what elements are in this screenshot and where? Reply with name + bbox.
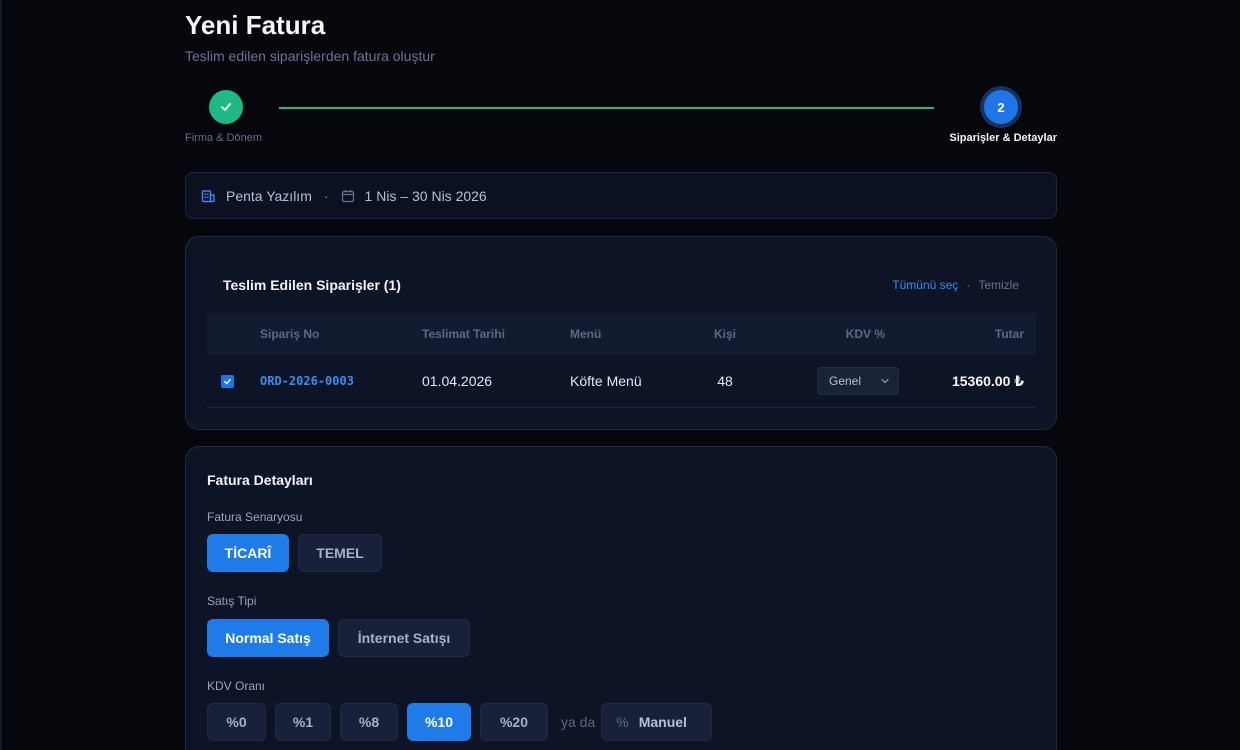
select-all-link[interactable]: Tümünü seç — [892, 278, 958, 292]
sale-type-internet-button[interactable]: İnternet Satışı — [338, 619, 470, 657]
orders-table: Sipariş No Teslimat Tarihi Menü Kişi KDV… — [207, 313, 1036, 408]
separator: · — [966, 278, 971, 292]
vat-select[interactable]: Genel — [817, 367, 899, 395]
order-amount: 15360.00 ₺ — [951, 372, 1024, 389]
row-checkbox[interactable] — [221, 374, 234, 388]
calendar-icon — [341, 189, 355, 203]
scenario-label: Fatura Senaryosu — [207, 510, 303, 524]
vat-cell: Genel — [750, 367, 899, 395]
or-text: ya da — [561, 714, 596, 730]
step-1-done[interactable] — [209, 90, 243, 124]
vat-rate-options: %0 %1 %8 %10 %20 ya da % Manuel — [207, 703, 713, 741]
window-edge — [0, 0, 2, 750]
vat-rate-label: KDV Oranı — [207, 679, 266, 693]
vat-8-button[interactable]: %8 — [340, 703, 398, 741]
clear-link[interactable]: Temizle — [978, 278, 1019, 292]
scenario-temel-button[interactable]: TEMEL — [298, 534, 382, 572]
column-header: Kişi — [713, 327, 736, 341]
selection-summary-bar: Penta Yazılım · 1 Nis – 30 Nis 2026 — [185, 172, 1057, 219]
column-header: Sipariş No — [260, 327, 320, 341]
column-header: Menü — [570, 327, 602, 341]
stepper: 2 Firma & Dönem Siparişler & Detaylar — [185, 90, 1057, 150]
column-header: Tutar — [994, 327, 1024, 341]
delivered-orders-card: Teslim Edilen Siparişler (1) Tümünü seç … — [185, 236, 1057, 430]
vat-0-button[interactable]: %0 — [207, 703, 266, 741]
orders-title: Teslim Edilen Siparişler (1) — [223, 277, 401, 293]
step-2-label: Siparişler & Detaylar — [949, 132, 1057, 144]
vat-20-button[interactable]: %20 — [480, 703, 548, 741]
vat-10-button[interactable]: %10 — [407, 703, 471, 741]
check-icon — [221, 103, 231, 111]
invoice-details-card: Fatura Detayları Fatura Senaryosu TİCARÎ… — [185, 446, 1057, 750]
step-connector — [279, 107, 934, 109]
order-number-link[interactable]: ORD-2026-0003 — [260, 374, 422, 388]
chevron-down-icon — [881, 378, 889, 384]
period-range: 1 Nis – 30 Nis 2026 — [364, 187, 487, 204]
table-header: Sipariş No Teslimat Tarihi Menü Kişi KDV… — [207, 313, 1036, 355]
sale-type-label: Satış Tipi — [207, 594, 257, 608]
menu-name: Köfte Menü — [570, 373, 642, 389]
manual-vat-input[interactable]: % Manuel — [601, 703, 713, 741]
sale-type-normal-button[interactable]: Normal Satış — [207, 619, 329, 657]
manual-vat-placeholder: Manuel — [638, 714, 687, 730]
column-header: Teslimat Tarihi — [422, 327, 505, 341]
vat-select-value: Genel — [829, 374, 862, 388]
people-count: 48 — [717, 373, 733, 389]
details-title: Fatura Detayları — [207, 472, 313, 488]
percent-symbol: % — [616, 714, 629, 730]
step-2-active[interactable]: 2 — [984, 90, 1018, 124]
column-header: KDV % — [845, 327, 885, 341]
step-1-label: Firma & Dönem — [185, 132, 263, 144]
scenario-options: TİCARÎ TEMEL — [207, 534, 391, 572]
check-icon — [224, 378, 231, 384]
company-name: Penta Yazılım — [226, 187, 312, 204]
orders-actions: Tümünü seç · Temizle — [892, 278, 1019, 292]
delivery-date: 01.04.2026 — [422, 373, 493, 389]
page-subtitle: Teslim edilen siparişlerden fatura oluşt… — [185, 48, 435, 64]
row-checkbox-cell — [207, 374, 260, 388]
separator: · — [323, 187, 329, 204]
building-icon — [200, 188, 216, 204]
vat-1-button[interactable]: %1 — [275, 703, 331, 741]
table-row[interactable]: ORD-2026-0003 01.04.2026 Köfte Menü 48 G… — [207, 355, 1036, 408]
sale-type-options: Normal Satış İnternet Satışı — [207, 619, 479, 657]
page-title: Yeni Fatura — [185, 10, 326, 40]
scenario-ticari-button[interactable]: TİCARÎ — [207, 534, 289, 572]
